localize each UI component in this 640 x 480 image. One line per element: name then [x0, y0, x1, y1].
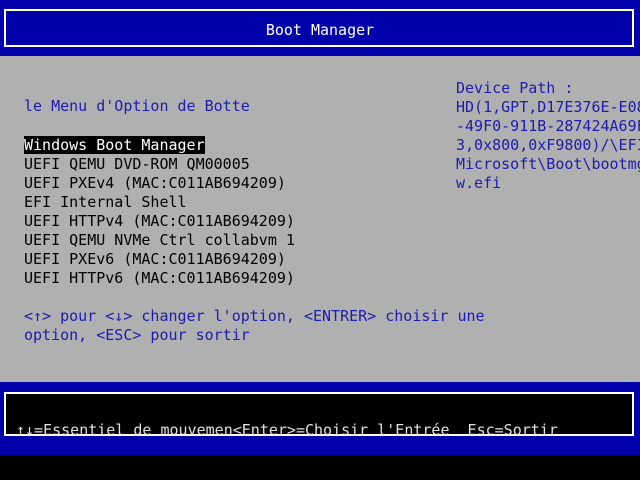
device-path-line: w.efi [456, 174, 502, 192]
device-path-line: Microsoft\Boot\bootmgf [456, 155, 640, 173]
menu-heading: le Menu d'Option de Botte [24, 97, 250, 115]
boot-manager-screen: Boot Manager le Menu d'Option de Botte W… [0, 0, 640, 480]
device-path-line: -49F0-911B-287424A69FE [456, 117, 640, 135]
boot-option-uefi-qemu-dvd-rom[interactable]: UEFI QEMU DVD-ROM QM00005 [24, 155, 250, 173]
device-path-label: Device Path : [456, 79, 574, 97]
boot-option-uefi-pxev6[interactable]: UEFI PXEv6 (MAC:C011AB694209) [24, 250, 286, 268]
boot-option-efi-internal-shell[interactable]: EFI Internal Shell [24, 193, 187, 211]
device-path-line: HD(1,GPT,D17E376E-E08A [456, 98, 640, 116]
instructions-line-2: option, <ESC> pour sortir [24, 326, 250, 344]
help-text: ↑↓=Essentiel de mouvemen<Enter>=Choisir … [16, 421, 558, 439]
boot-option-uefi-httpv6[interactable]: UEFI HTTPv6 (MAC:C011AB694209) [24, 269, 295, 287]
bottom-strip [0, 455, 640, 480]
device-path-line: 3,0x800,0xF9800)/\EFI\ [456, 136, 640, 154]
boot-option-uefi-qemu-nvme[interactable]: UEFI QEMU NVMe Ctrl collabvm 1 [24, 231, 295, 249]
boot-option-uefi-httpv4[interactable]: UEFI HTTPv4 (MAC:C011AB694209) [24, 212, 295, 230]
boot-option-uefi-pxev4[interactable]: UEFI PXEv4 (MAC:C011AB694209) [24, 174, 286, 192]
instructions-line-1: <↑> pour <↓> changer l'option, <ENTRER> … [24, 307, 485, 325]
page-title: Boot Manager [265, 21, 375, 39]
help-bar [0, 382, 640, 455]
boot-option-windows-boot-manager[interactable]: Windows Boot Manager [24, 136, 205, 154]
